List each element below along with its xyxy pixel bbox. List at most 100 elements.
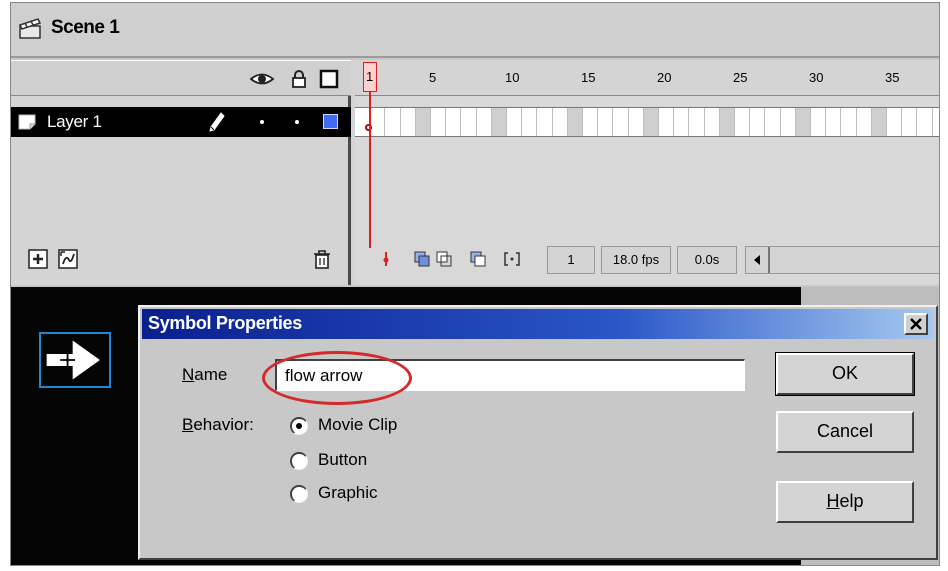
frame-cell[interactable] bbox=[917, 108, 933, 136]
frame-cell[interactable] bbox=[811, 108, 827, 136]
graphic-radio[interactable] bbox=[290, 485, 308, 503]
frame-cell[interactable] bbox=[355, 108, 371, 136]
clapperboard-icon[interactable] bbox=[17, 15, 43, 41]
frame-cell[interactable] bbox=[522, 108, 538, 136]
frame-cell[interactable] bbox=[871, 108, 887, 136]
frame-cell[interactable] bbox=[477, 108, 492, 136]
frame-cell[interactable] bbox=[446, 108, 462, 136]
highlight-circle bbox=[262, 351, 412, 405]
ruler-label: 25 bbox=[733, 70, 748, 85]
elapsed-time-field: 0.0s bbox=[677, 246, 737, 274]
frames-panel: 1 5 10 15 20 25 30 35 1 18.0 fps 0.0s bbox=[355, 60, 939, 285]
frame-cell[interactable] bbox=[401, 108, 416, 136]
ruler-label: 35 bbox=[885, 70, 900, 85]
ok-button[interactable]: OK bbox=[775, 352, 915, 396]
cancel-button[interactable]: Cancel bbox=[776, 411, 914, 453]
horizontal-scrollbar[interactable] bbox=[745, 246, 939, 274]
button-radio[interactable] bbox=[290, 452, 308, 470]
graphic-label[interactable]: Graphic bbox=[318, 483, 378, 503]
frame-cell[interactable] bbox=[537, 108, 553, 136]
outline-color-swatch[interactable] bbox=[323, 114, 338, 129]
frame-cell[interactable] bbox=[659, 108, 675, 136]
frame-cell[interactable] bbox=[902, 108, 918, 136]
onion-skin-icon[interactable] bbox=[413, 250, 431, 268]
name-label: Name bbox=[182, 365, 228, 384]
layer-row[interactable]: Layer 1 bbox=[11, 107, 351, 137]
frame-cell[interactable] bbox=[795, 108, 811, 136]
frame-cell[interactable] bbox=[887, 108, 903, 136]
onion-skin-outlines-icon[interactable] bbox=[435, 250, 453, 268]
lock-dot[interactable] bbox=[295, 120, 299, 124]
help-button[interactable]: Help bbox=[776, 481, 914, 523]
ruler-label: 5 bbox=[429, 70, 437, 85]
frame-cell[interactable] bbox=[567, 108, 583, 136]
frame-cell[interactable] bbox=[507, 108, 523, 136]
scene-title[interactable]: Scene 1 bbox=[51, 17, 120, 39]
layer-footer bbox=[11, 244, 351, 280]
flow-arrow-graphic[interactable] bbox=[39, 332, 111, 388]
frame-cell[interactable] bbox=[643, 108, 659, 136]
frame-cell[interactable] bbox=[461, 108, 477, 136]
frame-cell[interactable] bbox=[826, 108, 842, 136]
frame-cell[interactable] bbox=[781, 108, 796, 136]
frame-cell[interactable] bbox=[750, 108, 766, 136]
frame-rate-field[interactable]: 18.0 fps bbox=[601, 246, 671, 274]
frame-cell[interactable] bbox=[385, 108, 401, 136]
behavior-label: Behavior: bbox=[182, 415, 254, 434]
pencil-icon bbox=[209, 112, 225, 132]
frame-cell[interactable] bbox=[370, 108, 386, 136]
frame-cell[interactable] bbox=[598, 108, 614, 136]
frame-cell[interactable] bbox=[705, 108, 720, 136]
timeline-status-bar: 1 18.0 fps 0.0s bbox=[355, 244, 939, 280]
frame-cell[interactable] bbox=[491, 108, 507, 136]
frame-cell[interactable] bbox=[933, 108, 939, 136]
stage-area: Symbol Properties Name Behavior: Movie C… bbox=[11, 287, 939, 565]
frame-cell[interactable] bbox=[583, 108, 599, 136]
frame-cell[interactable] bbox=[719, 108, 735, 136]
ruler-label: 30 bbox=[809, 70, 824, 85]
frame-row[interactable] bbox=[355, 107, 939, 137]
frame-cell[interactable] bbox=[629, 108, 644, 136]
dialog-title: Symbol Properties bbox=[148, 313, 302, 333]
frame-cell[interactable] bbox=[613, 108, 629, 136]
close-button[interactable] bbox=[904, 313, 928, 335]
ruler-label: 10 bbox=[505, 70, 520, 85]
lock-icon[interactable] bbox=[289, 69, 309, 89]
symbol-properties-dialog: Symbol Properties Name Behavior: Movie C… bbox=[138, 305, 938, 560]
frame-cell[interactable] bbox=[415, 108, 431, 136]
close-icon bbox=[910, 318, 922, 330]
frame-cell[interactable] bbox=[674, 108, 690, 136]
eye-icon[interactable] bbox=[249, 69, 275, 89]
outline-icon[interactable] bbox=[319, 69, 339, 89]
frame-cell[interactable] bbox=[857, 108, 872, 136]
dialog-titlebar[interactable]: Symbol Properties bbox=[142, 309, 934, 339]
frame-cell[interactable] bbox=[765, 108, 781, 136]
visibility-dot[interactable] bbox=[260, 120, 264, 124]
movie-clip-radio[interactable] bbox=[290, 417, 308, 435]
layer-header bbox=[11, 60, 351, 96]
frame-cell[interactable] bbox=[689, 108, 705, 136]
frame-cell[interactable] bbox=[553, 108, 568, 136]
trash-icon[interactable] bbox=[311, 248, 333, 270]
frame-cell[interactable] bbox=[431, 108, 447, 136]
ruler-label: 15 bbox=[581, 70, 596, 85]
edit-multiple-frames-icon[interactable] bbox=[469, 250, 487, 268]
center-frame-icon[interactable] bbox=[377, 250, 395, 268]
button-label[interactable]: Button bbox=[318, 450, 367, 470]
movie-clip-label[interactable]: Movie Clip bbox=[318, 415, 397, 435]
ruler-label: 20 bbox=[657, 70, 672, 85]
flash-workspace: Scene 1 Layer 1 1 5 10 15 20 25 30 35 1 … bbox=[10, 2, 940, 566]
playhead[interactable]: 1 bbox=[363, 62, 377, 92]
current-frame-field[interactable]: 1 bbox=[547, 246, 595, 274]
insert-layer-icon[interactable] bbox=[27, 248, 49, 270]
modify-onion-markers-icon[interactable] bbox=[503, 250, 521, 268]
scroll-left-icon[interactable] bbox=[752, 254, 762, 266]
layer-icon bbox=[18, 114, 36, 130]
playhead-line bbox=[369, 92, 371, 248]
frame-ruler[interactable]: 1 5 10 15 20 25 30 35 bbox=[355, 60, 939, 96]
frame-cell[interactable] bbox=[735, 108, 751, 136]
frame-cell[interactable] bbox=[841, 108, 857, 136]
layer-panel: Layer 1 bbox=[11, 60, 351, 285]
add-guide-layer-icon[interactable] bbox=[57, 248, 79, 270]
layer-name[interactable]: Layer 1 bbox=[47, 112, 102, 132]
